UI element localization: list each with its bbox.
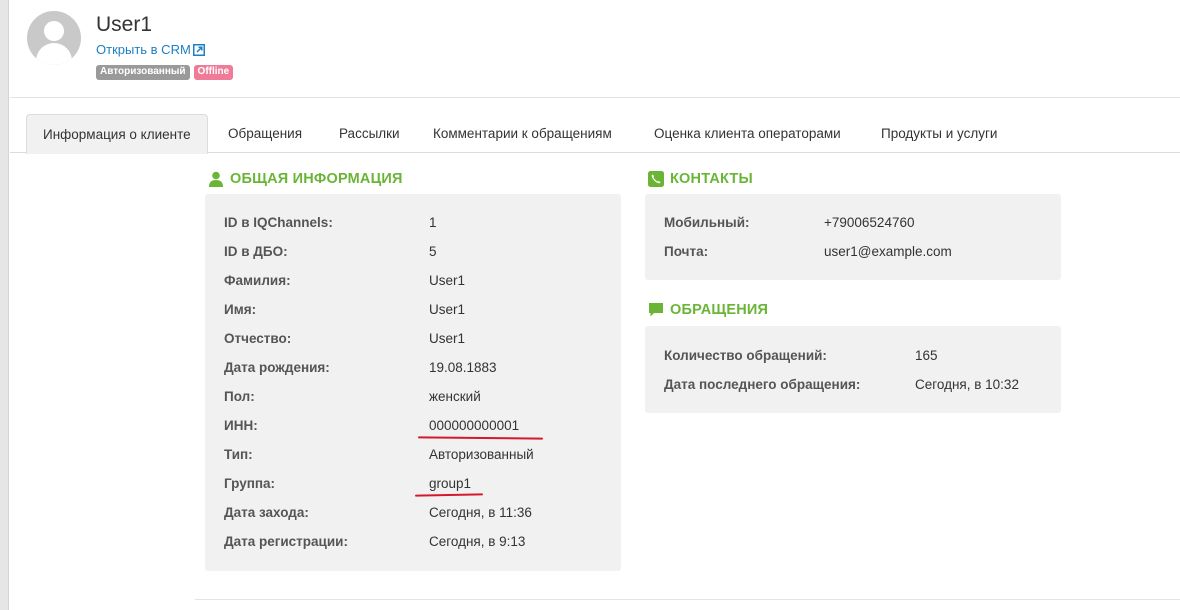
divider (195, 599, 1180, 600)
avatar (27, 11, 81, 65)
field-value: User1 (429, 331, 466, 346)
external-link-icon (192, 43, 205, 56)
tab-operator-ratings[interactable]: Оценка клиента операторами (638, 114, 857, 153)
appeals-panel: Количество обращений: 165 Дата последнег… (645, 326, 1061, 413)
field-row: Фамилия: (224, 273, 291, 288)
field-value: женский (429, 389, 481, 404)
field-row: Пол: (224, 389, 255, 404)
contacts-panel: Мобильный: +79006524760 Почта: user1@exa… (645, 194, 1061, 280)
field-value: 5 (429, 244, 437, 259)
field-row: ИНН: (224, 418, 258, 433)
tab-client-info[interactable]: Информация о клиенте (26, 114, 208, 154)
field-value: User1 (429, 273, 466, 288)
status-badges: Авторизованный Offline (96, 65, 234, 80)
field-value: Авторизованный (429, 447, 534, 462)
field-row: Количество обращений: (664, 348, 827, 363)
user-name: User1 (96, 13, 153, 36)
status-badge-offline: Offline (193, 65, 234, 80)
field-value: Сегодня, в 9:13 (429, 534, 526, 549)
field-row: Дата регистрации: (224, 534, 348, 549)
profile-header: User1 Открыть в CRM Авторизованный Offli… (10, 0, 1180, 98)
status-badge-authorized: Авторизованный (96, 65, 190, 80)
field-row: Мобильный: (664, 215, 750, 230)
appeals-title: ОБРАЩЕНИЯ (648, 302, 768, 318)
general-info-panel: ID в IQChannels: 1 ID в ДБО: 5 Фамилия: … (205, 194, 621, 571)
field-row: ID в ДБО: (224, 244, 288, 259)
user-icon (209, 171, 223, 187)
contacts-title-text: КОНТАКТЫ (670, 171, 753, 187)
field-row: Дата рождения: (224, 360, 330, 375)
contacts-title: КОНТАКТЫ (648, 171, 753, 187)
field-row: Группа: (224, 476, 276, 491)
field-value-inn: 000000000001 (429, 418, 520, 433)
phone-icon (648, 171, 664, 187)
field-row: Дата последнего обращения: (664, 377, 861, 392)
general-info-title-text: ОБЩАЯ ИНФОРМАЦИЯ (230, 171, 403, 187)
open-in-crm-label: Открыть в CRM (96, 42, 191, 57)
field-row: Тип: (224, 447, 253, 462)
field-value-appeals-count: 165 (915, 348, 938, 363)
tab-appeal-comments[interactable]: Комментарии к обращениям (417, 114, 628, 153)
left-border (0, 0, 9, 610)
general-info-title: ОБЩАЯ ИНФОРМАЦИЯ (208, 171, 403, 187)
open-in-crm-link[interactable]: Открыть в CRM (96, 42, 205, 57)
tab-bar: Информация о клиенте Обращения Рассылки … (10, 114, 1180, 154)
field-row: Дата захода: (224, 505, 309, 520)
field-value: Сегодня, в 11:36 (429, 505, 532, 520)
appeals-title-text: ОБРАЩЕНИЯ (670, 302, 769, 318)
comment-icon (649, 303, 663, 317)
field-value-mobile: +79006524760 (824, 215, 915, 230)
field-row: Почта: (664, 244, 709, 259)
tab-products-services[interactable]: Продукты и услуги (865, 114, 1013, 153)
field-value: 1 (429, 215, 437, 230)
field-value-email: user1@example.com (824, 244, 952, 259)
field-row: ID в IQChannels: (224, 215, 333, 230)
field-value-last-appeal: Сегодня, в 10:32 (915, 377, 1019, 392)
field-row: Имя: (224, 302, 257, 317)
tab-mailings[interactable]: Рассылки (323, 114, 416, 153)
field-value-group: group1 (429, 476, 472, 491)
field-value: User1 (429, 302, 466, 317)
field-value: 19.08.1883 (429, 360, 497, 375)
tab-appeals[interactable]: Обращения (212, 114, 318, 153)
field-row: Отчество: (224, 331, 292, 346)
